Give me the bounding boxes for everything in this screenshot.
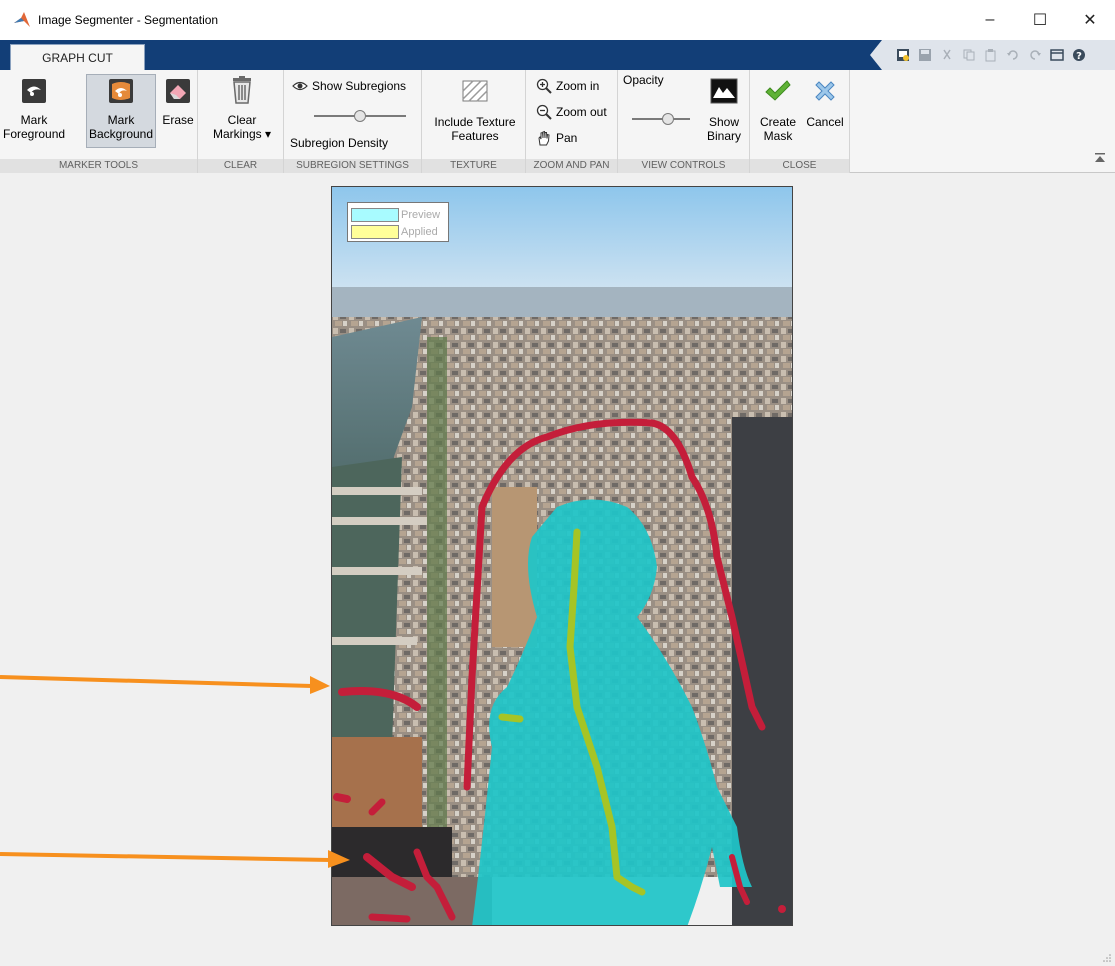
section-subregion-settings: Show Subregions Subregion Density SUBREG…	[284, 70, 422, 173]
mark-foreground-button[interactable]: Mark Foreground	[3, 76, 65, 148]
eye-icon	[292, 81, 308, 91]
section-label-zoom-and-pan: ZOOM AND PAN	[526, 159, 617, 173]
window-title: Image Segmenter - Segmentation	[38, 13, 219, 27]
clear-markings-label-1: Clear	[227, 113, 257, 127]
show-binary-label-1: Show	[708, 115, 740, 129]
cancel-button[interactable]: Cancel	[802, 76, 848, 148]
zoom-in-label: Zoom in	[556, 79, 600, 93]
section-marker-tools: Mark Foreground Mark Background Erase MA…	[0, 70, 198, 173]
resize-grip-icon[interactable]	[1102, 953, 1112, 963]
slider-thumb[interactable]	[662, 113, 674, 125]
image-canvas-area: Preview Applied	[0, 174, 1115, 966]
section-zoom-and-pan: Zoom in Zoom out Pan ZOOM AND PAN	[526, 70, 618, 173]
maximize-button[interactable]: ☐	[1015, 0, 1065, 40]
legend-applied-row: Applied	[351, 223, 445, 240]
quick-access-toolbar: ?	[870, 40, 1115, 70]
slider-track	[632, 118, 690, 120]
legend: Preview Applied	[347, 202, 449, 242]
zoom-in-button[interactable]: Zoom in	[536, 78, 599, 94]
trash-can-icon	[233, 76, 251, 104]
checkmark-icon	[765, 80, 791, 101]
zoom-out-label: Zoom out	[556, 105, 607, 119]
new-figure-icon[interactable]	[894, 47, 911, 64]
svg-text:?: ?	[1076, 51, 1082, 62]
section-label-close: CLOSE	[750, 159, 849, 173]
create-mask-label-2: Mask	[763, 129, 793, 143]
subregion-density-slider[interactable]	[314, 110, 406, 122]
minimize-button[interactable]: –	[965, 0, 1015, 40]
zoom-out-icon	[536, 104, 552, 120]
subregion-density-label: Subregion Density	[290, 136, 389, 150]
close-button[interactable]: ✕	[1065, 0, 1115, 40]
zoom-out-button[interactable]: Zoom out	[536, 104, 607, 120]
title-bar: Image Segmenter - Segmentation – ☐ ✕	[0, 0, 1115, 40]
erase-label: Erase	[162, 113, 194, 127]
undo-icon[interactable]	[1004, 47, 1021, 64]
matlab-logo-icon	[14, 12, 30, 27]
texture-icon	[462, 80, 488, 102]
mark-background-label-1: Mark	[107, 113, 135, 127]
include-texture-label-1: Include Texture	[434, 115, 516, 129]
section-close: Create Mask Cancel CLOSE	[750, 70, 850, 173]
create-mask-label-1: Create	[759, 115, 797, 129]
ribbon: Mark Foreground Mark Background Erase MA…	[0, 70, 1115, 173]
clear-markings-button[interactable]: Clear Markings ▾	[206, 76, 278, 148]
mark-foreground-label-2: Foreground	[3, 127, 66, 141]
mark-foreground-icon	[22, 79, 46, 103]
cut-icon[interactable]	[938, 47, 955, 64]
mark-background-label-2: Background	[88, 127, 154, 141]
city-baby-photo	[332, 187, 792, 925]
erase-button[interactable]: Erase	[159, 76, 197, 148]
eraser-icon	[166, 79, 190, 103]
section-label-view-controls: VIEW CONTROLS	[618, 159, 749, 173]
save-icon[interactable]	[916, 47, 933, 64]
cancel-label: Cancel	[806, 115, 844, 129]
section-label-clear: CLEAR	[198, 159, 283, 173]
help-icon[interactable]: ?	[1070, 47, 1087, 64]
window-controls: – ☐ ✕	[965, 0, 1115, 40]
legend-preview-label: Preview	[401, 208, 441, 221]
pan-button[interactable]: Pan	[536, 130, 577, 146]
copy-icon[interactable]	[960, 47, 977, 64]
mark-background-button[interactable]: Mark Background	[86, 74, 156, 148]
show-binary-button[interactable]: Show Binary	[700, 76, 748, 148]
create-mask-button[interactable]: Create Mask	[756, 76, 800, 148]
show-subregions-toggle[interactable]: Show Subregions	[292, 79, 406, 93]
opacity-slider[interactable]	[632, 113, 690, 125]
section-label-texture: TEXTURE	[422, 159, 525, 173]
legend-preview-row: Preview	[351, 206, 445, 223]
mark-foreground-label-1: Mark	[20, 113, 48, 127]
cancel-x-icon	[815, 81, 835, 101]
collapse-ribbon-icon[interactable]	[1095, 153, 1105, 163]
section-view-controls: Opacity Show Binary VIEW CONTROLS	[618, 70, 750, 173]
pan-label: Pan	[556, 131, 578, 145]
include-texture-button[interactable]: Include Texture Features	[428, 76, 522, 148]
legend-applied-label: Applied	[401, 225, 438, 238]
paste-icon[interactable]	[982, 47, 999, 64]
legend-applied-swatch	[351, 224, 399, 239]
legend-preview-swatch	[351, 207, 399, 222]
section-label-marker-tools: MARKER TOOLS	[0, 159, 197, 173]
segmentation-image[interactable]	[331, 186, 793, 926]
section-label-subregion-settings: SUBREGION SETTINGS	[284, 159, 421, 173]
show-binary-label-2: Binary	[706, 129, 741, 143]
zoom-in-icon	[536, 78, 552, 94]
include-texture-label-2: Features	[451, 129, 499, 143]
show-subregions-label: Show Subregions	[312, 79, 407, 93]
ribbon-tabstrip: GRAPH CUT ?	[0, 40, 1115, 70]
redo-icon[interactable]	[1026, 47, 1043, 64]
clear-markings-label-2: Markings ▾	[212, 127, 272, 141]
section-texture: Include Texture Features TEXTURE	[422, 70, 526, 173]
slider-thumb[interactable]	[354, 110, 366, 122]
binary-image-icon	[710, 78, 738, 104]
section-clear: Clear Markings ▾ CLEAR	[198, 70, 284, 173]
pan-hand-icon	[538, 130, 550, 146]
tab-graph-cut[interactable]: GRAPH CUT	[10, 44, 145, 70]
opacity-label: Opacity	[623, 73, 664, 87]
mark-background-icon	[109, 79, 133, 103]
annotation-arrow-bottom	[0, 850, 350, 868]
layout-icon[interactable]	[1048, 47, 1065, 64]
annotation-arrow-top	[0, 675, 330, 694]
